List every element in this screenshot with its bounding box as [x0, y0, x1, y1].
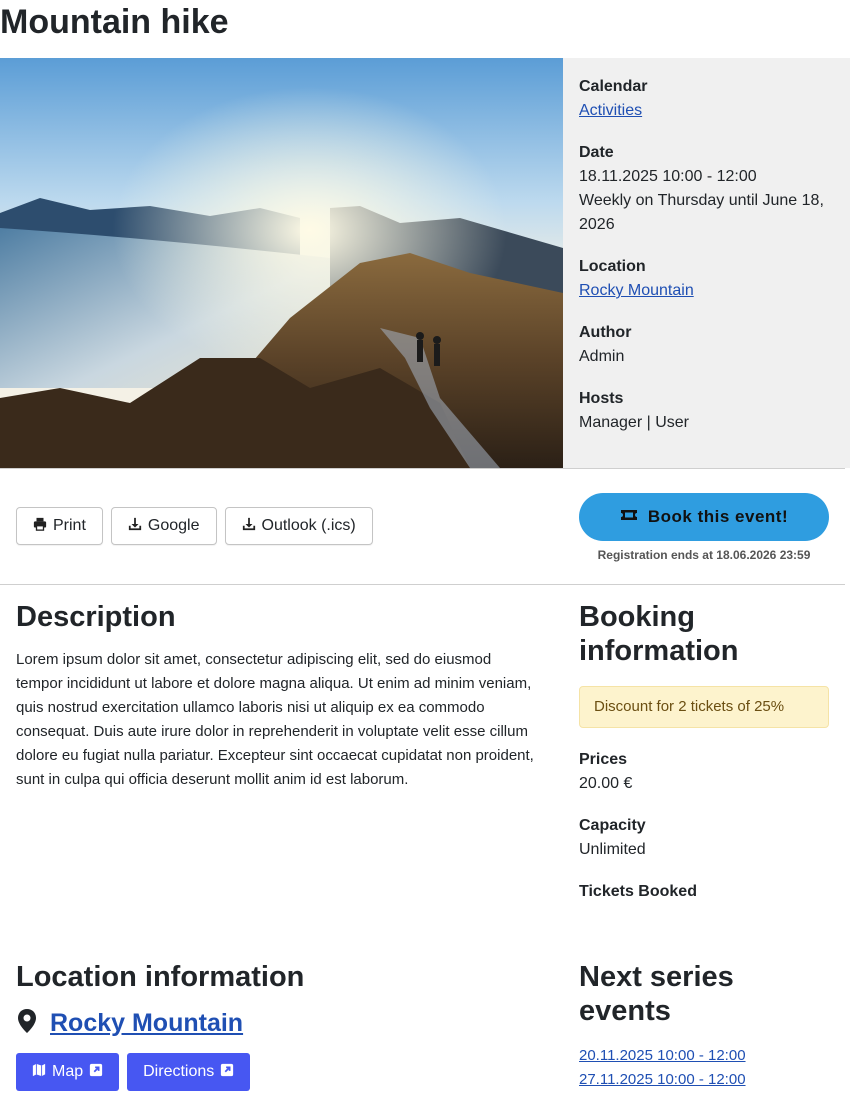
book-event-label: Book this event!: [647, 507, 789, 526]
book-event-button[interactable]: Book this event!: [579, 493, 829, 541]
directions-button[interactable]: Directions: [127, 1053, 251, 1091]
registration-deadline: Registration ends at 18.06.2026 23:59: [597, 548, 811, 562]
location-name-link[interactable]: Rocky Mountain: [50, 1009, 243, 1038]
author-label: Author: [579, 324, 632, 341]
download-icon: [242, 517, 256, 536]
print-button[interactable]: Print: [16, 507, 103, 545]
map-label: Map: [52, 1063, 84, 1080]
calendar-label: Calendar: [579, 78, 648, 95]
date-value: 18.11.2025 10:00 - 12:00: [579, 168, 757, 185]
printer-icon: [33, 517, 47, 536]
series-event-list: 20.11.2025 10:00 - 12:00 27.11.2025 10:0…: [579, 1044, 829, 1092]
print-label: Print: [53, 517, 86, 534]
tickets-booked-label: Tickets Booked: [579, 883, 697, 900]
google-calendar-button[interactable]: Google: [110, 507, 217, 545]
list-item: 20.11.2025 10:00 - 12:00: [579, 1044, 829, 1068]
location-group: Location Rocky Mountain: [579, 255, 834, 303]
external-link-icon: [220, 1063, 234, 1082]
date-label: Date: [579, 144, 614, 161]
outlook-label: Outlook (.ics): [261, 517, 356, 534]
divider: [0, 584, 845, 585]
location-link[interactable]: Rocky Mountain: [579, 282, 694, 299]
author-group: Author Admin: [579, 321, 834, 369]
page-title: Mountain hike: [0, 3, 229, 41]
prices-label: Prices: [579, 751, 628, 768]
tickets-booked-group: Tickets Booked: [579, 880, 829, 904]
hosts-label: Hosts: [579, 390, 624, 407]
hosts-value: Manager | User: [579, 414, 689, 431]
location-information-title: Location information: [16, 961, 305, 993]
list-item: 27.11.2025 10:00 - 12:00: [579, 1068, 829, 1092]
map-button[interactable]: Map: [16, 1053, 120, 1091]
calendar-actions: Print Google Outlook (.ics): [16, 507, 373, 545]
location-heading: Rocky Mountain: [16, 1008, 541, 1039]
series-event-link[interactable]: 27.11.2025 10:00 - 12:00: [579, 1071, 746, 1088]
divider: [0, 468, 845, 469]
directions-label: Directions: [143, 1063, 215, 1080]
location-label: Location: [579, 258, 646, 275]
author-value: Admin: [579, 348, 625, 365]
location-buttons: Map Directions: [16, 1053, 541, 1091]
description-text: Lorem ipsum dolor sit amet, consectetur …: [16, 651, 534, 788]
location-information-section: Location information Rocky Mountain Map …: [16, 960, 541, 1091]
event-details-panel: Calendar Activities Date 18.11.2025 10:0…: [563, 58, 850, 468]
description-section: Description Lorem ipsum dolor sit amet, …: [16, 600, 541, 792]
recurrence-text: Weekly on Thursday until June 18, 2026: [579, 192, 824, 233]
capacity-value: Unlimited: [579, 841, 646, 858]
outlook-ics-button[interactable]: Outlook (.ics): [224, 507, 373, 545]
download-icon: [128, 517, 142, 536]
calendar-group: Calendar Activities: [579, 75, 834, 123]
capacity-group: Capacity Unlimited: [579, 814, 829, 862]
series-event-link[interactable]: 20.11.2025 10:00 - 12:00: [579, 1047, 746, 1064]
map-icon: [32, 1063, 46, 1082]
calendar-link[interactable]: Activities: [579, 102, 642, 119]
google-label: Google: [147, 517, 200, 534]
prices-group: Prices 20.00 €: [579, 748, 829, 796]
next-series-events-title: Next series events: [579, 961, 734, 1027]
capacity-label: Capacity: [579, 817, 646, 834]
ticket-icon: [620, 507, 638, 527]
prices-value: 20.00 €: [579, 775, 633, 792]
discount-alert: Discount for 2 tickets of 25%: [579, 686, 829, 728]
date-group: Date 18.11.2025 10:00 - 12:00 Weekly on …: [579, 141, 834, 237]
hosts-group: Hosts Manager | User: [579, 387, 834, 435]
booking-information-section: Booking information Discount for 2 ticke…: [579, 600, 829, 922]
description-title: Description: [16, 601, 176, 633]
event-photo: [0, 58, 563, 468]
booking-cta: Book this event! Registration ends at 18…: [579, 493, 829, 562]
external-link-icon: [89, 1063, 103, 1082]
next-series-events-section: Next series events 20.11.2025 10:00 - 12…: [579, 960, 829, 1092]
map-pin-icon: [16, 1008, 38, 1039]
booking-information-title: Booking information: [579, 601, 739, 667]
event-header: Calendar Activities Date 18.11.2025 10:0…: [0, 58, 850, 468]
